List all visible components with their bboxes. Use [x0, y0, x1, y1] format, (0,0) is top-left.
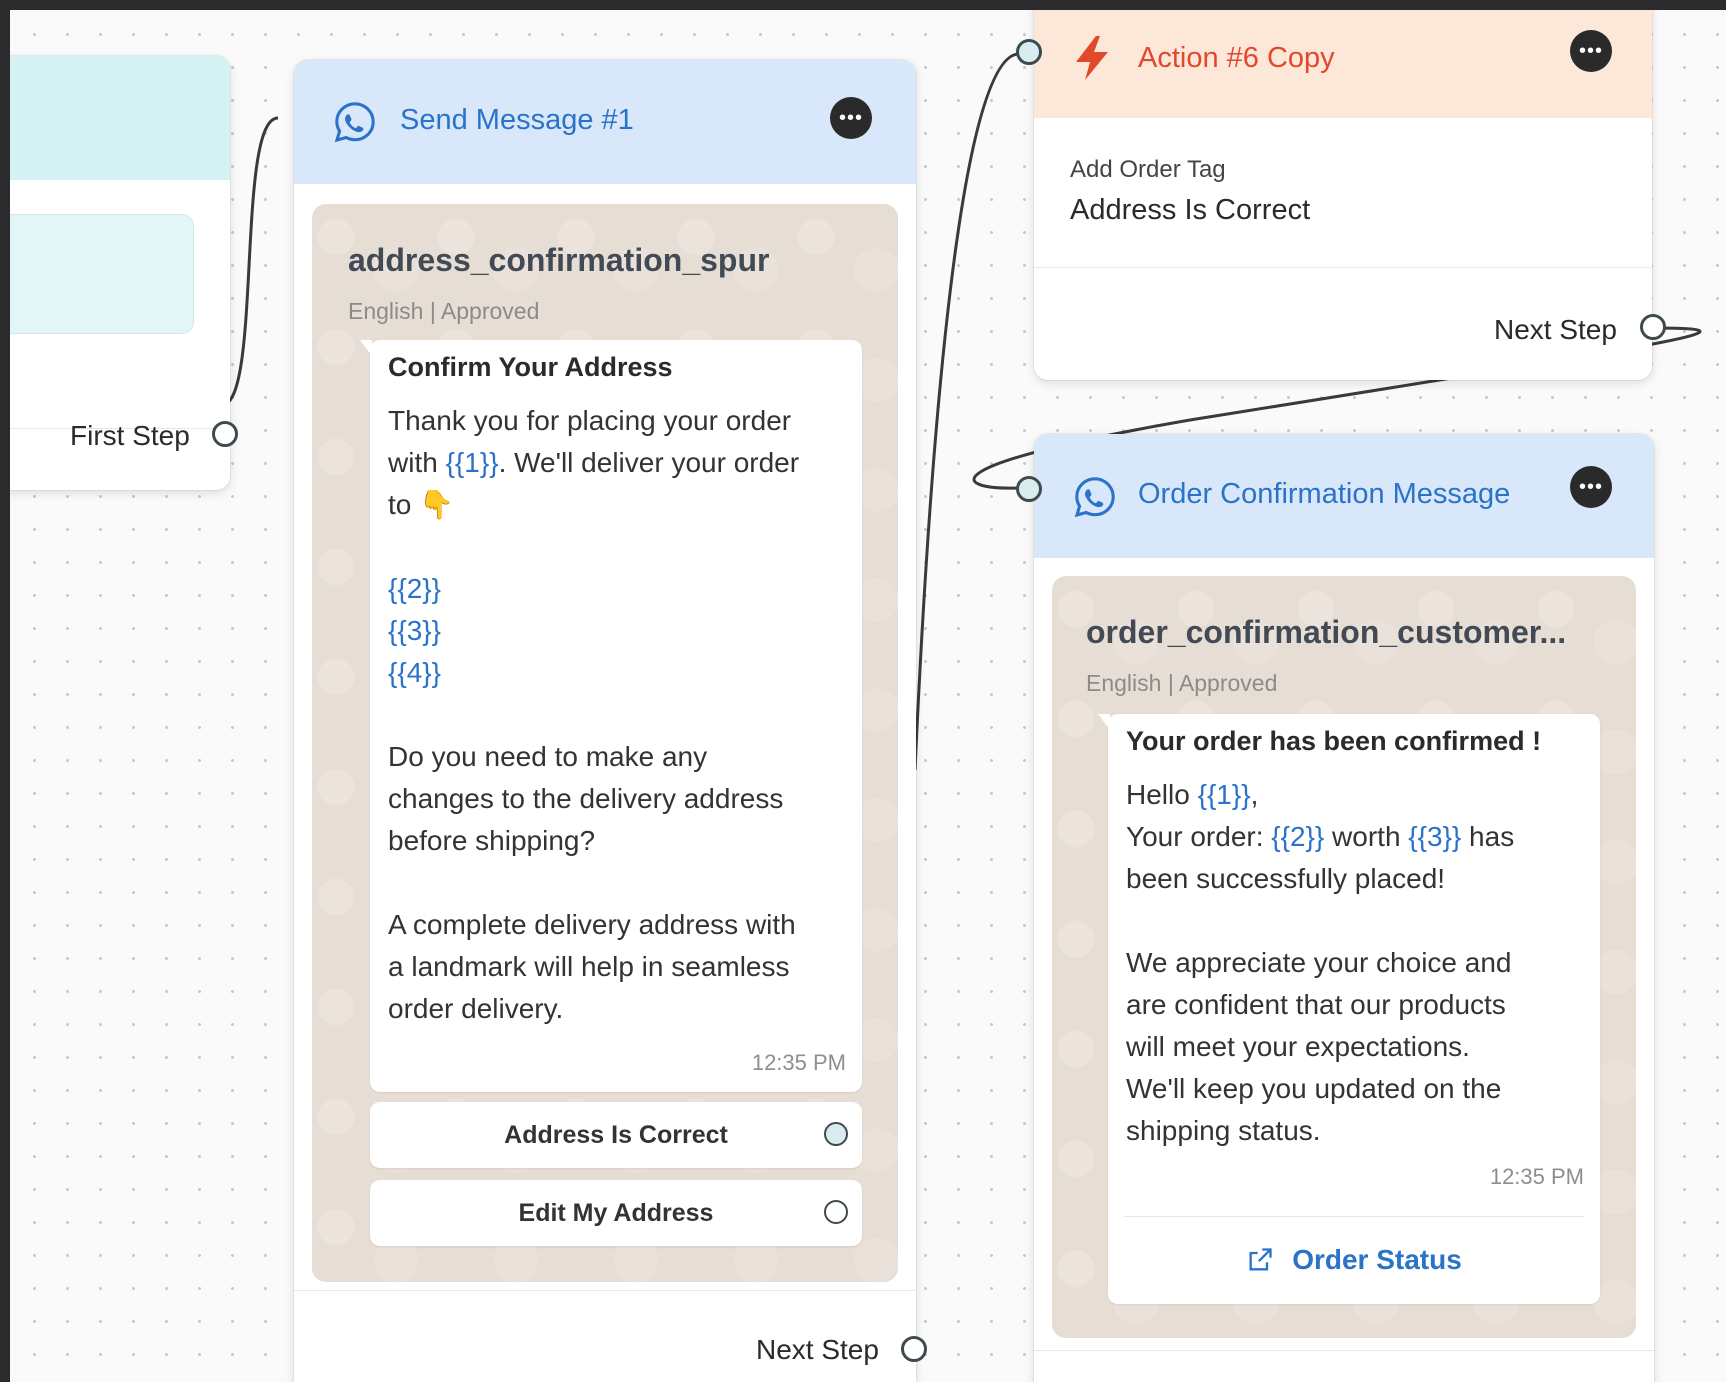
message-body: Hello {{1}}, Your order: {{2}} worth {{3… — [1126, 774, 1596, 1152]
reply-port-edit-address[interactable] — [824, 1200, 848, 1224]
variable-1: {{1}} — [1197, 779, 1251, 810]
order-confirmation-header[interactable]: Order Confirmation Message ••• — [1034, 434, 1654, 558]
variable-3: {{3}} — [388, 615, 441, 646]
order-confirmation-title: Order Confirmation Message — [1138, 478, 1511, 510]
variable-1: {{1}} — [445, 447, 499, 478]
order-confirmation-divider — [1034, 1350, 1654, 1351]
body-line: to 👇 — [388, 489, 455, 520]
body-line: We'll keep you updated on the — [1126, 1073, 1502, 1104]
body-line: changes to the delivery address — [388, 783, 784, 814]
body-line: order delivery. — [388, 993, 564, 1024]
previous-node-content-box — [10, 214, 194, 334]
body-line: Do you need to make any — [388, 741, 708, 772]
cta-divider — [1124, 1216, 1584, 1217]
variable-2: {{2}} — [1271, 821, 1325, 852]
action-field-label: Add Order Tag — [1070, 156, 1226, 183]
send-message-title: Send Message #1 — [400, 104, 634, 136]
dots-icon: ••• — [1578, 40, 1603, 62]
template-name: address_confirmation_spur — [348, 242, 770, 278]
whatsapp-icon — [1074, 477, 1115, 518]
action-divider — [1034, 267, 1652, 268]
body-line: before shipping? — [388, 825, 596, 856]
variable-2: {{2}} — [388, 573, 441, 604]
body-line: are confident that our products — [1126, 989, 1506, 1020]
variable-4: {{4}} — [388, 657, 441, 688]
pointing-down-emoji: 👇 — [419, 489, 455, 520]
send-message-template-preview: address_confirmation_spur English | Appr… — [312, 204, 898, 1282]
message-heading: Your order has been confirmed ! — [1126, 726, 1542, 756]
wire-send-to-action — [913, 52, 1019, 771]
action-field-value: Address Is Correct — [1070, 194, 1311, 226]
body-line: Your order: {{2}} worth {{3}} has — [1126, 821, 1515, 852]
order-status-cta-button[interactable]: Order Status — [1108, 1232, 1600, 1288]
action-menu-button[interactable]: ••• — [1570, 30, 1612, 72]
reply-button-label: Edit My Address — [518, 1198, 714, 1227]
send-message-next-step-port[interactable] — [901, 1336, 927, 1362]
message-timestamp: 12:35 PM — [751, 1050, 846, 1075]
reply-button-address-correct[interactable]: Address Is Correct — [370, 1102, 862, 1168]
body-line: Hello {{1}}, — [1126, 779, 1259, 810]
message-heading: Confirm Your Address — [388, 352, 673, 382]
first-step-port[interactable] — [212, 421, 238, 447]
message-timestamp: 12:35 PM — [1489, 1164, 1584, 1189]
send-message-next-step-label: Next Step — [756, 1334, 879, 1365]
action-header[interactable]: Action #6 Copy ••• — [1034, 10, 1652, 118]
send-message-card[interactable]: Send Message #1 ••• address_confirmation… — [294, 60, 916, 1382]
lightning-icon — [1076, 36, 1108, 80]
first-step-label: First Step — [70, 420, 190, 451]
dots-icon: ••• — [838, 107, 863, 129]
wire-first-to-send — [221, 116, 279, 407]
body-line: a landmark will help in seamless — [388, 951, 790, 982]
body-line: shipping status. — [1126, 1115, 1321, 1146]
reply-button-edit-address[interactable]: Edit My Address — [370, 1180, 862, 1246]
send-message-menu-button[interactable]: ••• — [830, 97, 872, 139]
action-next-step-label: Next Step — [1494, 314, 1617, 345]
template-name: order_confirmation_customer... — [1086, 614, 1567, 650]
order-confirmation-menu-button[interactable]: ••• — [1570, 466, 1612, 508]
order-status-label: Order Status — [1292, 1244, 1462, 1275]
reply-port-address-correct[interactable] — [824, 1122, 848, 1146]
message-bubble: Your order has been confirmed ! Hello {{… — [1098, 714, 1600, 1304]
external-link-icon — [1249, 1248, 1272, 1271]
order-confirmation-template-preview: order_confirmation_customer... English |… — [1052, 576, 1636, 1338]
message-body: Thank you for placing your order with {{… — [388, 400, 858, 1030]
body-line: We appreciate your choice and — [1126, 947, 1512, 978]
send-message-header[interactable]: Send Message #1 ••• — [294, 60, 916, 184]
send-message-divider — [294, 1290, 916, 1291]
order-confirmation-input-port[interactable] — [1016, 476, 1042, 502]
variable-3: {{3}} — [1408, 821, 1462, 852]
action-title: Action #6 Copy — [1138, 42, 1335, 74]
template-meta: English | Approved — [1086, 670, 1278, 696]
body-line: will meet your expectations. — [1126, 1031, 1470, 1062]
action-next-step-port[interactable] — [1640, 314, 1666, 340]
body-line: A complete delivery address with — [388, 909, 796, 940]
previous-node-header — [10, 56, 230, 180]
body-line: been successfully placed! — [1126, 863, 1446, 894]
reply-button-label: Address Is Correct — [504, 1120, 728, 1149]
message-bubble: Confirm Your Address Thank you for placi… — [360, 340, 862, 1092]
flow-canvas[interactable]: First Step Send Message #1 ••• address_c… — [0, 0, 1726, 1382]
order-confirmation-card[interactable]: Order Confirmation Message ••• order_con… — [1034, 434, 1654, 1382]
dots-icon: ••• — [1578, 476, 1603, 498]
body-line: Thank you for placing your order — [388, 405, 792, 436]
template-meta: English | Approved — [348, 298, 540, 324]
body-line: with {{1}}. We'll deliver your order — [388, 447, 800, 478]
action-input-port[interactable] — [1016, 39, 1042, 65]
whatsapp-icon — [334, 102, 375, 143]
